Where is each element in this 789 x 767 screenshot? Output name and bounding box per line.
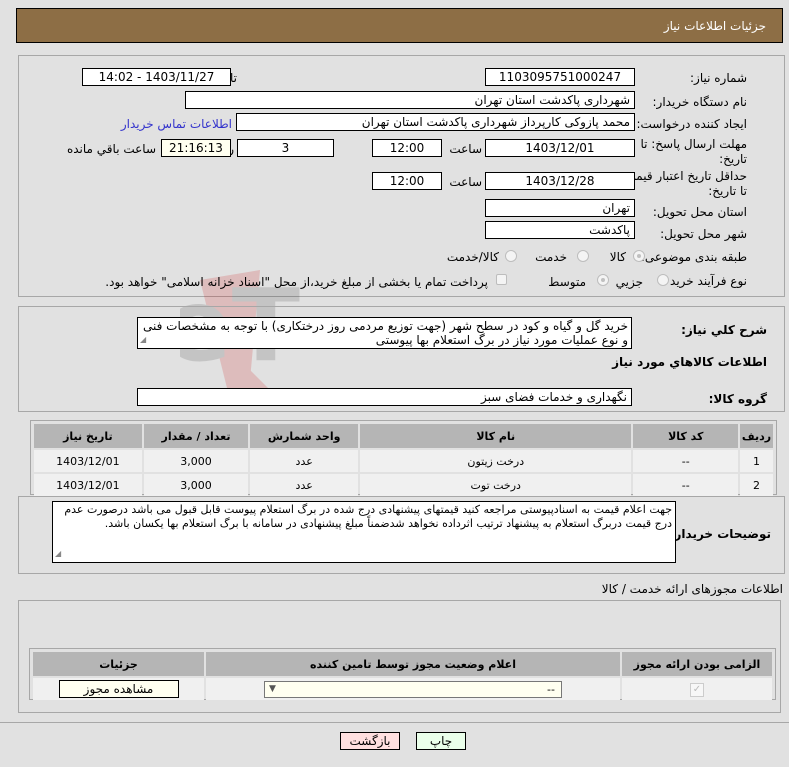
description-label: شرح کلي نیاز: (681, 323, 767, 337)
deadline-label: مهلت ارسال پاسخ: تا تاریخ: (640, 137, 747, 166)
cell-code: -- (633, 450, 739, 472)
table-row: ✓ -- ▼ مشاهده مجوز (33, 678, 772, 700)
province-field: تهران (485, 199, 635, 217)
description-textarea[interactable]: خرید گل و گیاه و کود در سطح شهر (جهت توز… (137, 317, 632, 349)
footer-divider (0, 722, 789, 723)
buyer-org-field: شهرداری پاکدشت استان تهران (185, 91, 635, 109)
view-permit-button[interactable]: مشاهده مجوز (58, 680, 179, 698)
chevron-down-icon: ▼ (269, 683, 276, 694)
goods-group-label: گروه کالا: (708, 392, 767, 406)
creator-field: محمد پازوکی کارپرداز شهرداری پاکدشت استا… (236, 113, 635, 131)
process-radio-small[interactable] (657, 274, 669, 286)
col-details: جزئیات (33, 652, 204, 676)
city-label: شهر محل تحویل: (660, 227, 747, 241)
cell-row: 2 (740, 474, 773, 496)
payment-note: پرداخت تمام یا بخشی از مبلغ خرید،از محل … (105, 275, 488, 289)
remaining-days-field: 3 (237, 139, 334, 157)
cell-qty: 3,000 (143, 474, 249, 496)
cell-details: مشاهده مجوز (33, 678, 204, 700)
table-row: 1 -- درخت زیتون عدد 3,000 1403/12/01 (34, 450, 773, 472)
required-checkbox[interactable]: ✓ (690, 682, 704, 697)
permits-title: اطلاعات مجوزهای ارائه خدمت / کالا (601, 582, 783, 596)
goods-group-field: نگهداری و خدمات فضای سبز (137, 388, 632, 406)
cell-unit: عدد (250, 450, 359, 472)
price-validity-time-label: ساعت (449, 175, 482, 189)
goods-table-header: ردیف کد کالا نام کالا واحد شمارش تعداد /… (34, 424, 773, 448)
announce-field: 1403/11/27 - 14:02 (82, 68, 231, 86)
col-qty: تعداد / مقدار (143, 424, 249, 448)
back-button[interactable]: بازگشت (340, 732, 400, 750)
resize-grip-icon[interactable]: ◢ (140, 333, 146, 347)
price-validity-date-field: 1403/12/28 (485, 172, 635, 190)
category-radio-goods[interactable] (633, 250, 645, 262)
category-option-goods-service: کالا/خدمت (446, 250, 499, 264)
page-header: جزئیات اطلاعات نیاز (16, 8, 783, 43)
need-number-field: 1103095751000247 (485, 68, 635, 86)
process-option-medium: متوسط (548, 275, 586, 289)
col-unit: واحد شمارش (250, 424, 359, 448)
cell-name: درخت توت (360, 474, 632, 496)
buyer-notes-text: جهت اعلام قیمت به اسنادپیوستی مراجعه کنی… (64, 503, 672, 530)
remaining-label: ساعت باقي مانده (66, 142, 156, 156)
cell-unit: عدد (250, 474, 359, 496)
buyer-contact-link[interactable]: اطلاعات تماس خریدار (121, 117, 232, 131)
permits-table: الزامی بودن ارائه مجوز اعلام وضعیت مجوز … (31, 650, 774, 702)
col-row: ردیف (740, 424, 773, 448)
remaining-time-field: 21:16:13 (161, 139, 231, 157)
need-number-label: شماره نیاز: (690, 71, 747, 85)
province-label: استان محل تحویل: (652, 205, 747, 219)
creator-label: ایجاد کننده درخواست: (636, 117, 747, 131)
process-radio-medium[interactable] (597, 274, 609, 286)
cell-name: درخت زیتون (360, 450, 632, 472)
cell-date: 1403/12/01 (34, 450, 142, 472)
table-row: 2 -- درخت توت عدد 3,000 1403/12/01 (34, 474, 773, 496)
cell-code: -- (633, 474, 739, 496)
col-date: تاریخ نیاز (34, 424, 142, 448)
process-option-small: جزیي (615, 275, 643, 289)
cell-qty: 3,000 (143, 450, 249, 472)
resize-grip-icon[interactable]: ◢ (55, 547, 61, 561)
status-select[interactable]: -- ▼ (264, 680, 562, 698)
col-name: نام کالا (360, 424, 632, 448)
price-validity-label: حداقل تاریخ اعتبار قیمت: تا تاریخ: (620, 169, 747, 198)
city-field: پاکدشت (485, 221, 635, 239)
col-required: الزامی بودن ارائه مجوز (622, 652, 772, 676)
print-button[interactable]: چاپ (416, 732, 466, 750)
col-status: اعلام وضعیت مجوز توسط تامین کننده (206, 652, 620, 676)
permits-table-header: الزامی بودن ارائه مجوز اعلام وضعیت مجوز … (33, 652, 772, 676)
cell-required: ✓ (622, 678, 772, 700)
category-radio-goods-service[interactable] (505, 250, 517, 262)
status-select-value: -- (547, 682, 555, 696)
deadline-date-field: 1403/12/01 (485, 139, 635, 157)
deadline-time-label: ساعت (449, 142, 482, 156)
cell-date: 1403/12/01 (34, 474, 142, 496)
goods-table: ردیف کد کالا نام کالا واحد شمارش تعداد /… (32, 422, 775, 498)
page-title: جزئیات اطلاعات نیاز (663, 19, 766, 33)
col-code: کد کالا (633, 424, 739, 448)
goods-info-title: اطلاعات کالاهاي مورد نیاز (612, 355, 767, 369)
deadline-time-field: 12:00 (372, 139, 442, 157)
payment-checkbox[interactable] (496, 274, 507, 285)
process-label: نوع فرآیند خرید : (662, 274, 747, 288)
cell-status: -- ▼ (206, 678, 620, 700)
category-radio-service[interactable] (577, 250, 589, 262)
buyer-org-label: نام دستگاه خریدار: (652, 95, 748, 109)
cell-row: 1 (740, 450, 773, 472)
buyer-notes-label: توضیحات خریدار: (669, 527, 771, 541)
description-text: خرید گل و گیاه و کود در سطح شهر (جهت توز… (142, 319, 628, 347)
category-option-goods: کالا (609, 250, 626, 264)
price-validity-time-field: 12:00 (372, 172, 442, 190)
buyer-notes-textarea[interactable]: جهت اعلام قیمت به اسنادپیوستی مراجعه کنی… (52, 501, 676, 563)
category-label: طبقه بندی موضوعی: (640, 250, 747, 264)
category-option-service: خدمت (535, 250, 567, 264)
